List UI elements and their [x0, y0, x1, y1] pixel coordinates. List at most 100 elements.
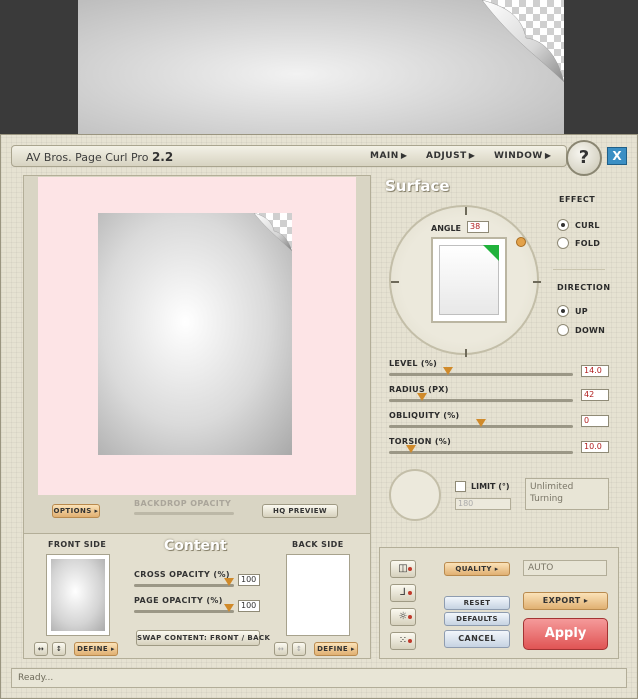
top-preview-area — [0, 0, 638, 135]
close-button[interactable]: X — [607, 147, 627, 165]
effect-fold-label: FOLD — [575, 239, 601, 248]
quality-button[interactable]: QUALITY ▸ — [444, 562, 510, 576]
app-name: AV Bros. Page Curl Pro — [26, 151, 149, 164]
dial-tick — [465, 207, 467, 215]
direction-label: DIRECTION — [557, 283, 611, 292]
menu-window[interactable]: WINDOW ▶ — [494, 151, 552, 161]
page-opacity-slider[interactable] — [134, 610, 234, 613]
torsion-label: TORSION (%) — [389, 437, 452, 446]
curl-corner-indicator — [483, 245, 499, 261]
axis-tool-button[interactable]: ⅃ — [390, 584, 416, 602]
limit-description: Unlimited Turning — [525, 478, 609, 510]
flip-horizontal-icon[interactable]: ↔ — [34, 642, 48, 656]
level-input[interactable]: 14.0 — [581, 365, 609, 377]
swap-content-button[interactable]: SWAP CONTENT: FRONT / BACK — [136, 630, 270, 646]
dial-tick — [391, 281, 399, 283]
dots-tool-button[interactable]: ⁙ — [390, 632, 416, 650]
obliquity-label: OBLIQUITY (%) — [389, 411, 460, 420]
limit-input[interactable]: 180 — [455, 498, 511, 510]
chevron-right-icon: ▶ — [468, 151, 476, 160]
top-preview-canvas — [78, 0, 564, 135]
level-slider[interactable] — [389, 373, 573, 376]
divider — [553, 269, 605, 270]
back-side-thumbnail[interactable] — [286, 554, 350, 636]
dial-tick — [465, 349, 467, 357]
angle-input[interactable]: 38 — [467, 221, 489, 233]
export-button[interactable]: EXPORT ▸ — [523, 592, 608, 610]
backdrop-opacity-label: BACKDROP OPACITY — [134, 499, 232, 508]
apply-button[interactable]: Apply — [523, 618, 608, 650]
effect-label: EFFECT — [559, 195, 596, 204]
status-dot — [408, 567, 412, 571]
app-title: AV Bros. Page Curl Pro 2.2 — [26, 150, 173, 164]
cross-opacity-slider[interactable] — [134, 584, 234, 587]
status-dot — [408, 591, 412, 595]
obliquity-slider-thumb[interactable] — [476, 419, 486, 427]
flip-vertical-icon[interactable]: ↕ — [52, 642, 66, 656]
chevron-right-icon: ▶ — [400, 151, 408, 160]
axis-icon: ⅃ — [400, 587, 406, 598]
direction-up-label: UP — [575, 307, 588, 316]
level-label: LEVEL (%) — [389, 359, 438, 368]
quality-value: AUTO — [523, 560, 607, 576]
direction-up-radio[interactable] — [557, 305, 569, 317]
menu-main[interactable]: MAIN ▶ — [370, 151, 407, 161]
cancel-button[interactable]: CANCEL — [444, 630, 510, 648]
angle-preview — [431, 237, 507, 323]
title-bar: AV Bros. Page Curl Pro 2.2 MAIN ▶ ADJUST ▶… — [11, 145, 567, 167]
grid-tool-button[interactable]: ◫ — [390, 560, 416, 578]
torsion-input[interactable]: 10.0 — [581, 441, 609, 453]
effect-curl-radio[interactable] — [557, 219, 569, 231]
front-side-image — [51, 559, 105, 631]
content-title: Content — [164, 538, 227, 554]
cross-opacity-input[interactable]: 100 — [238, 574, 260, 586]
hq-preview-button[interactable]: HQ PREVIEW — [262, 504, 338, 518]
content-panel: FRONT SIDE ↔ ↕ DEFINE ▸ Content CROSS OP… — [23, 533, 371, 659]
options-button[interactable]: OPTIONS ▸ — [52, 504, 100, 518]
angle-label: ANGLE — [431, 224, 462, 233]
direction-down-radio[interactable] — [557, 324, 569, 336]
page-curl-corner-icon — [254, 213, 292, 251]
backdrop-opacity-slider[interactable] — [134, 512, 234, 515]
status-dot — [408, 615, 412, 619]
radius-slider-thumb[interactable] — [417, 393, 428, 401]
light-tool-button[interactable]: ☼ — [390, 608, 416, 626]
app-version: 2.2 — [151, 150, 174, 164]
menu-adjust[interactable]: ADJUST ▶ — [426, 151, 475, 161]
dots-icon: ⁙ — [398, 635, 408, 646]
obliquity-input[interactable]: 0 — [581, 415, 609, 427]
limit-dial[interactable] — [389, 469, 441, 521]
limit-checkbox[interactable] — [455, 481, 466, 492]
status-dot — [408, 639, 412, 643]
dial-tick — [533, 281, 541, 283]
status-bar: Ready... — [11, 668, 627, 688]
flip-vertical-icon[interactable]: ↕ — [292, 642, 306, 656]
preview-controls: OPTIONS ▸ BACKDROP OPACITY HQ PREVIEW — [24, 496, 370, 534]
torsion-slider[interactable] — [389, 451, 573, 454]
radius-input[interactable]: 42 — [581, 389, 609, 401]
defaults-button[interactable]: DEFAULTS — [444, 612, 510, 626]
limit-label: LIMIT (°) — [471, 482, 510, 491]
front-side-label: FRONT SIDE — [48, 540, 107, 549]
level-slider-thumb[interactable] — [442, 367, 453, 375]
cross-opacity-slider-thumb[interactable] — [224, 578, 234, 586]
page-opacity-label: PAGE OPACITY (%) — [134, 596, 223, 605]
front-side-thumbnail[interactable] — [46, 554, 110, 636]
preview-panel: OPTIONS ▸ BACKDROP OPACITY HQ PREVIEW — [23, 175, 371, 535]
define-back-button[interactable]: DEFINE ▸ — [314, 642, 358, 656]
reset-button[interactable]: RESET — [444, 596, 510, 610]
effect-curl-label: CURL — [575, 221, 600, 230]
torsion-slider-thumb[interactable] — [406, 445, 417, 453]
surface-title: Surface — [385, 177, 450, 195]
grid-icon: ◫ — [398, 563, 408, 574]
define-front-button[interactable]: DEFINE ▸ — [74, 642, 118, 656]
preview-canvas[interactable] — [38, 177, 356, 495]
effect-fold-radio[interactable] — [557, 237, 569, 249]
angle-dial-handle[interactable] — [516, 237, 526, 247]
page-opacity-slider-thumb[interactable] — [224, 604, 234, 612]
back-side-label: BACK SIDE — [292, 540, 344, 549]
help-button[interactable]: ? — [566, 140, 602, 176]
actions-panel: ◫ ⅃ ☼ ⁙ QUALITY ▸ AUTO RESET DEFAULTS CA… — [379, 547, 619, 659]
flip-horizontal-icon[interactable]: ↔ — [274, 642, 288, 656]
page-opacity-input[interactable]: 100 — [238, 600, 260, 612]
